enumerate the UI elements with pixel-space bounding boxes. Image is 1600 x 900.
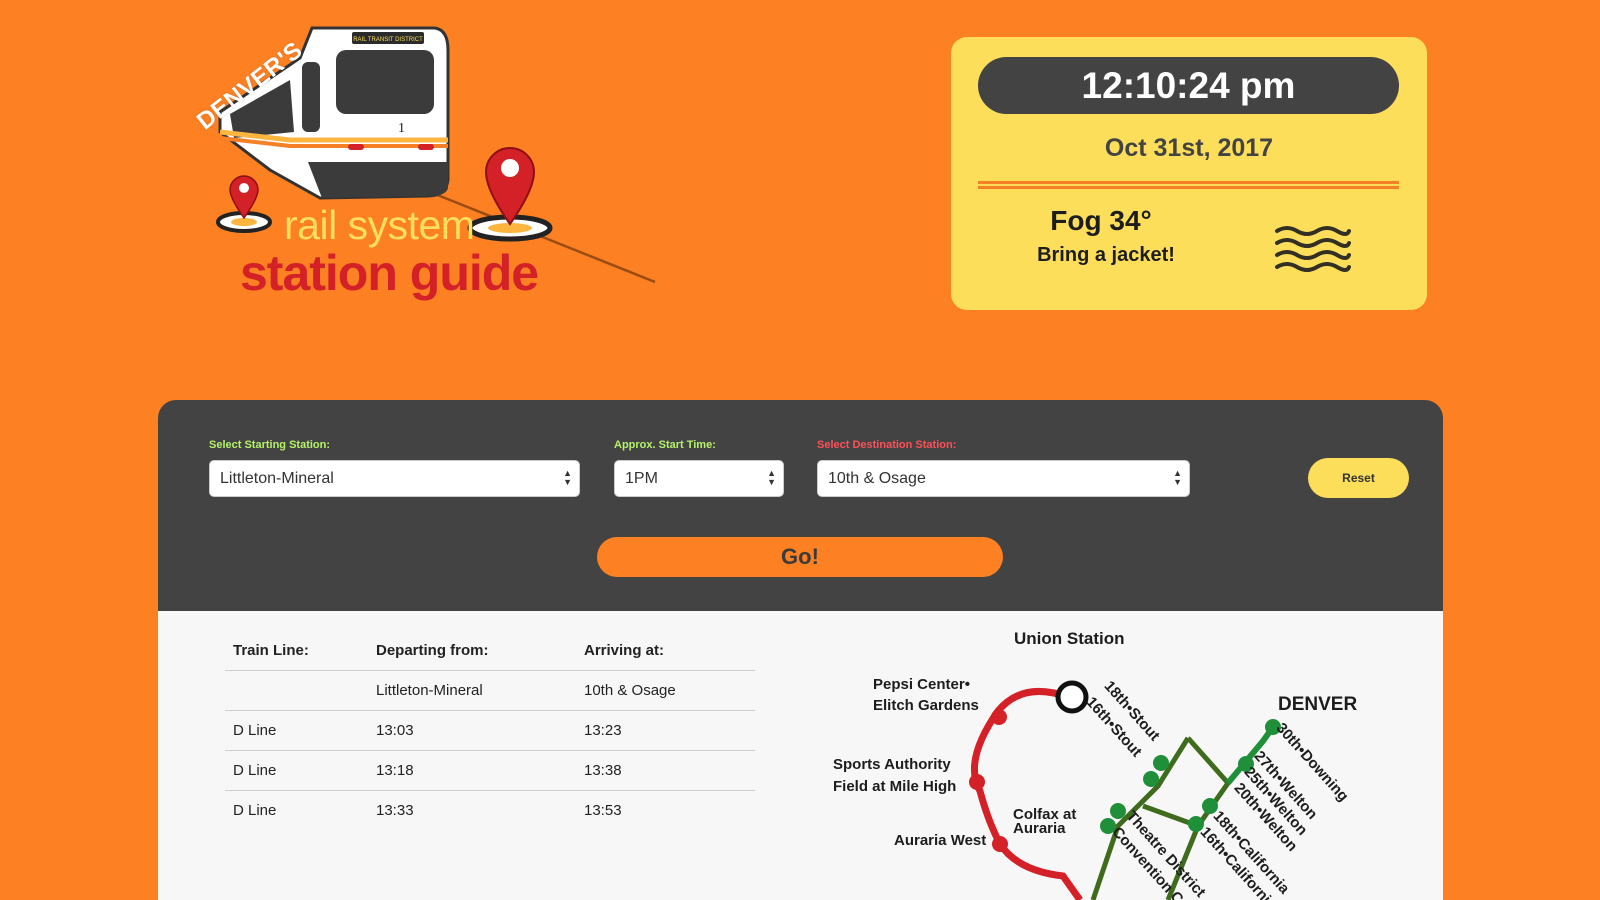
logo[interactable]: RAIL TRANSIT DISTRICT 1 DENVER'S rail sy… xyxy=(190,20,660,310)
map-label-pepsi-2: Elitch Gardens xyxy=(873,697,979,714)
header-arriving: Arriving at: xyxy=(576,631,755,671)
bus-number: 1 xyxy=(398,121,405,136)
map-label-sports-1: Sports Authority xyxy=(833,756,951,773)
rail-map[interactable]: Union Station DENVER Pepsi Center• Elitc… xyxy=(818,611,1443,900)
station-pepsi-center xyxy=(991,709,1007,725)
go-button[interactable]: Go! xyxy=(597,537,1003,577)
start-time-select[interactable]: 1PM ▲ ▼ xyxy=(614,460,784,497)
start-time-value: 1PM xyxy=(625,469,658,487)
cell-departing: 13:18 xyxy=(368,750,576,791)
date: Oct 31st, 2017 xyxy=(1104,134,1274,162)
divider xyxy=(978,181,1399,184)
schedule-table: Train Line: Departing from: Arriving at:… xyxy=(225,631,755,830)
table-row: D Line 13:03 13:23 xyxy=(225,710,755,751)
cell-arriving: 10th & Osage xyxy=(576,670,755,711)
map-label-denver: DENVER xyxy=(1278,694,1358,715)
destination-station-select[interactable]: 10th & Osage ▲ ▼ xyxy=(817,460,1190,497)
clock: 12:10:24 pm xyxy=(978,57,1399,114)
cell-train-line: D Line xyxy=(225,750,368,791)
cell-departing: 13:33 xyxy=(376,802,414,819)
trip-planner: Select Starting Station: Littleton-Miner… xyxy=(158,400,1443,900)
cell-arriving: 13:23 xyxy=(576,710,755,751)
header-train-line: Train Line: xyxy=(225,631,368,671)
start-station-select[interactable]: Littleton-Mineral ▲ ▼ xyxy=(209,460,580,497)
table-row: D Line 13:33 13:53 xyxy=(225,791,755,831)
map-label-pepsi-1: Pepsi Center• xyxy=(873,676,970,693)
cell-departing: Littleton-Mineral xyxy=(368,670,576,711)
station-16th-stout xyxy=(1143,771,1159,787)
destination-station-label: Select Destination Station: xyxy=(817,439,957,451)
time-weather-card: 12:10:24 pm Oct 31st, 2017 Fog 34° Bring… xyxy=(951,37,1427,310)
map-label-colfax-2: Auraria xyxy=(1013,820,1066,837)
map-label-union-station: Union Station xyxy=(1014,629,1125,648)
station-20th-welton xyxy=(1202,798,1218,814)
results-panel: Train Line: Departing from: Arriving at:… xyxy=(158,611,1443,900)
table-row: D Line 13:18 13:38 xyxy=(225,750,755,791)
logo-station-guide: station guide xyxy=(240,245,539,301)
cell-arriving: 13:53 xyxy=(584,802,622,819)
destination-station-value: 10th & Osage xyxy=(828,469,926,487)
logo-rail-system: rail system xyxy=(284,202,475,248)
table-header-row: Train Line: Departing from: Arriving at: xyxy=(225,631,755,671)
cell-train-line xyxy=(225,670,368,711)
map-label-sports-2: Field at Mile High xyxy=(833,778,957,795)
station-sports-authority xyxy=(969,774,985,790)
map-label-auraria-west: Auraria West xyxy=(894,832,987,849)
cell-departing: 13:03 xyxy=(368,710,576,751)
station-auraria-west xyxy=(992,836,1008,852)
weather-tip: Bring a jacket! xyxy=(1037,244,1175,266)
cell-arriving: 13:38 xyxy=(576,750,755,791)
select-arrows-icon: ▲ ▼ xyxy=(767,468,776,487)
cell-train-line: D Line xyxy=(233,802,277,819)
fog-icon xyxy=(1275,226,1351,272)
header-departing: Departing from: xyxy=(368,631,576,671)
cell-train-line: D Line xyxy=(225,710,368,751)
station-18th-stout xyxy=(1153,755,1169,771)
start-station-label: Select Starting Station: xyxy=(209,439,331,451)
start-station-value: Littleton-Mineral xyxy=(220,469,334,487)
divider xyxy=(978,186,1399,189)
reset-button[interactable]: Reset xyxy=(1308,458,1409,498)
table-row: Littleton-Mineral 10th & Osage xyxy=(225,670,755,711)
bus-sign: RAIL TRANSIT DISTRICT xyxy=(353,37,423,43)
select-arrows-icon: ▲ ▼ xyxy=(563,468,572,487)
start-time-label: Approx. Start Time: xyxy=(614,439,716,451)
select-arrows-icon: ▲ ▼ xyxy=(1173,468,1182,487)
weather-condition: Fog 34° xyxy=(1050,205,1152,236)
